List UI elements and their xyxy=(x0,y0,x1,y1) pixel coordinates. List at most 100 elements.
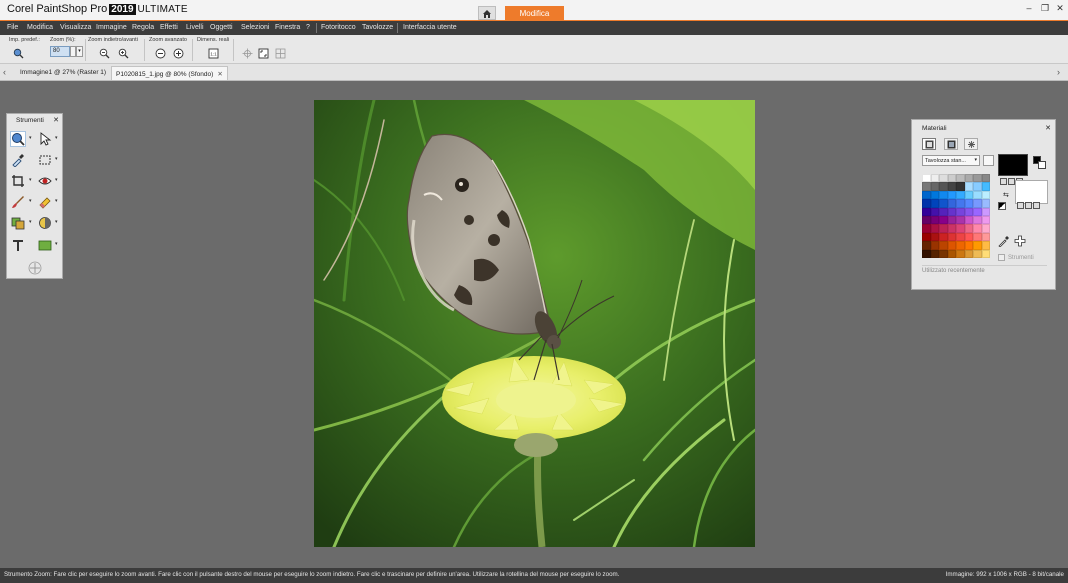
color-swatch[interactable] xyxy=(956,190,965,200)
color-swatch[interactable] xyxy=(930,224,939,233)
color-swatch[interactable] xyxy=(930,241,939,250)
color-swatch[interactable] xyxy=(981,215,990,225)
color-swatch[interactable] xyxy=(930,190,939,200)
zoom-in-advanced-button[interactable] xyxy=(172,47,185,59)
color-swatch[interactable] xyxy=(922,224,931,233)
color-swatch[interactable] xyxy=(973,232,982,242)
tool-pick-expand[interactable]: ▾ xyxy=(55,135,58,141)
tool-text[interactable] xyxy=(10,237,26,253)
tool-rectangle[interactable] xyxy=(37,237,53,253)
tool-move[interactable] xyxy=(27,260,43,276)
checkbox-box[interactable] xyxy=(998,254,1005,261)
menu-regola[interactable]: Regola xyxy=(132,24,154,31)
color-swatch[interactable] xyxy=(981,199,990,208)
restore-button[interactable]: ❐ xyxy=(1038,3,1052,14)
menu-livelli[interactable]: Livelli xyxy=(186,24,204,31)
crosshair-button[interactable] xyxy=(241,47,254,59)
color-swatch[interactable] xyxy=(939,224,948,233)
tool-zoom-expand[interactable]: ▾ xyxy=(29,135,32,141)
menu-selezioni[interactable]: Selezioni xyxy=(241,24,269,31)
tool-clone[interactable] xyxy=(10,215,26,231)
color-swatch[interactable] xyxy=(947,174,956,183)
menu-file[interactable]: File xyxy=(7,24,18,31)
materials-tab-frame[interactable] xyxy=(922,138,936,150)
color-swatch[interactable] xyxy=(981,207,990,216)
palette-select[interactable]: Tavolozza stan... ▾ xyxy=(922,155,980,166)
fit-window-button[interactable] xyxy=(257,47,270,59)
foreground-color-box[interactable] xyxy=(998,154,1028,176)
tool-zoom[interactable] xyxy=(10,131,26,147)
close-tab-icon[interactable]: ✕ xyxy=(217,71,222,78)
color-swatch[interactable] xyxy=(956,232,965,242)
zoom-input[interactable]: 80 xyxy=(50,46,70,57)
color-swatch[interactable] xyxy=(922,199,931,208)
tool-red-eye[interactable] xyxy=(37,173,53,189)
color-swatch[interactable] xyxy=(973,224,982,233)
color-swatch[interactable] xyxy=(956,199,965,208)
color-swatch[interactable] xyxy=(939,199,948,208)
tools-checkbox[interactable]: Strumenti xyxy=(998,254,1034,261)
color-swatch[interactable] xyxy=(981,174,990,183)
reset-colors-icon[interactable] xyxy=(998,202,1006,210)
actual-size-button[interactable]: 1:1 xyxy=(207,47,220,59)
color-swatch[interactable] xyxy=(947,182,956,191)
color-swatch[interactable] xyxy=(956,249,965,258)
tool-rectangle-expand[interactable]: ▾ xyxy=(55,241,58,247)
color-swatch[interactable] xyxy=(956,207,965,216)
menu-oggetti[interactable]: Oggetti xyxy=(210,24,233,31)
tool-pick[interactable] xyxy=(37,131,53,147)
color-swatch[interactable] xyxy=(964,199,973,208)
color-swatch[interactable] xyxy=(930,215,939,225)
tool-crop-expand[interactable]: ▾ xyxy=(29,177,32,183)
color-swatch[interactable] xyxy=(947,249,956,258)
color-swatch[interactable] xyxy=(973,207,982,216)
color-swatch[interactable] xyxy=(939,207,948,216)
color-swatch[interactable] xyxy=(956,215,965,225)
color-swatch[interactable] xyxy=(964,174,973,183)
color-swatch[interactable] xyxy=(930,249,939,258)
color-swatch[interactable] xyxy=(922,215,931,225)
color-swatch[interactable] xyxy=(973,215,982,225)
menu-finestra[interactable]: Finestra xyxy=(275,24,300,31)
tools-palette-close[interactable]: ✕ xyxy=(53,116,59,124)
color-swatch[interactable] xyxy=(922,182,931,191)
color-swatch[interactable] xyxy=(922,207,931,216)
color-swatch[interactable] xyxy=(973,199,982,208)
background-style-buttons[interactable] xyxy=(1017,202,1045,209)
tool-dodge-expand[interactable]: ▾ xyxy=(55,219,58,225)
color-swatch[interactable] xyxy=(947,215,956,225)
menu-interfaccia[interactable]: Interfaccia utente xyxy=(403,24,457,31)
color-swatch[interactable] xyxy=(964,207,973,216)
material-dropper[interactable] xyxy=(998,235,1010,248)
doc-tab-immagine1[interactable]: Immagine1 @ 27% (Raster 1) xyxy=(16,66,110,80)
color-swatch[interactable] xyxy=(981,249,990,258)
background-mini-swatch[interactable] xyxy=(1038,161,1046,169)
materials-tab-rainbow[interactable] xyxy=(944,138,958,150)
tool-dropper[interactable] xyxy=(10,152,26,168)
palette-options-button[interactable] xyxy=(983,155,994,166)
tool-red-eye-expand[interactable]: ▾ xyxy=(55,177,58,183)
zoom-dropdown[interactable]: ▾ xyxy=(76,46,83,57)
color-swatch[interactable] xyxy=(947,207,956,216)
color-swatch[interactable] xyxy=(930,199,939,208)
color-swatch[interactable] xyxy=(930,232,939,242)
color-swatch[interactable] xyxy=(947,241,956,250)
menu-immagine[interactable]: Immagine xyxy=(96,24,127,31)
color-swatch[interactable] xyxy=(956,241,965,250)
color-swatch[interactable] xyxy=(947,224,956,233)
minimize-button[interactable]: – xyxy=(1022,3,1036,13)
tool-dodge[interactable] xyxy=(37,215,53,231)
color-swatch[interactable] xyxy=(939,241,948,250)
tabs-scroll-right[interactable]: › xyxy=(1057,67,1060,77)
color-swatch[interactable] xyxy=(964,182,973,191)
color-swatch[interactable] xyxy=(922,174,931,183)
color-swatch[interactable] xyxy=(981,232,990,242)
color-swatch[interactable] xyxy=(947,190,956,200)
materials-tab-swatches[interactable] xyxy=(964,138,978,150)
menu-modifica[interactable]: Modifica xyxy=(27,24,53,31)
tool-clone-expand[interactable]: ▾ xyxy=(29,219,32,225)
tool-selection[interactable] xyxy=(37,152,53,168)
color-swatch[interactable] xyxy=(964,215,973,225)
color-swatch[interactable] xyxy=(939,190,948,200)
tool-brush-expand[interactable]: ▾ xyxy=(29,198,32,204)
